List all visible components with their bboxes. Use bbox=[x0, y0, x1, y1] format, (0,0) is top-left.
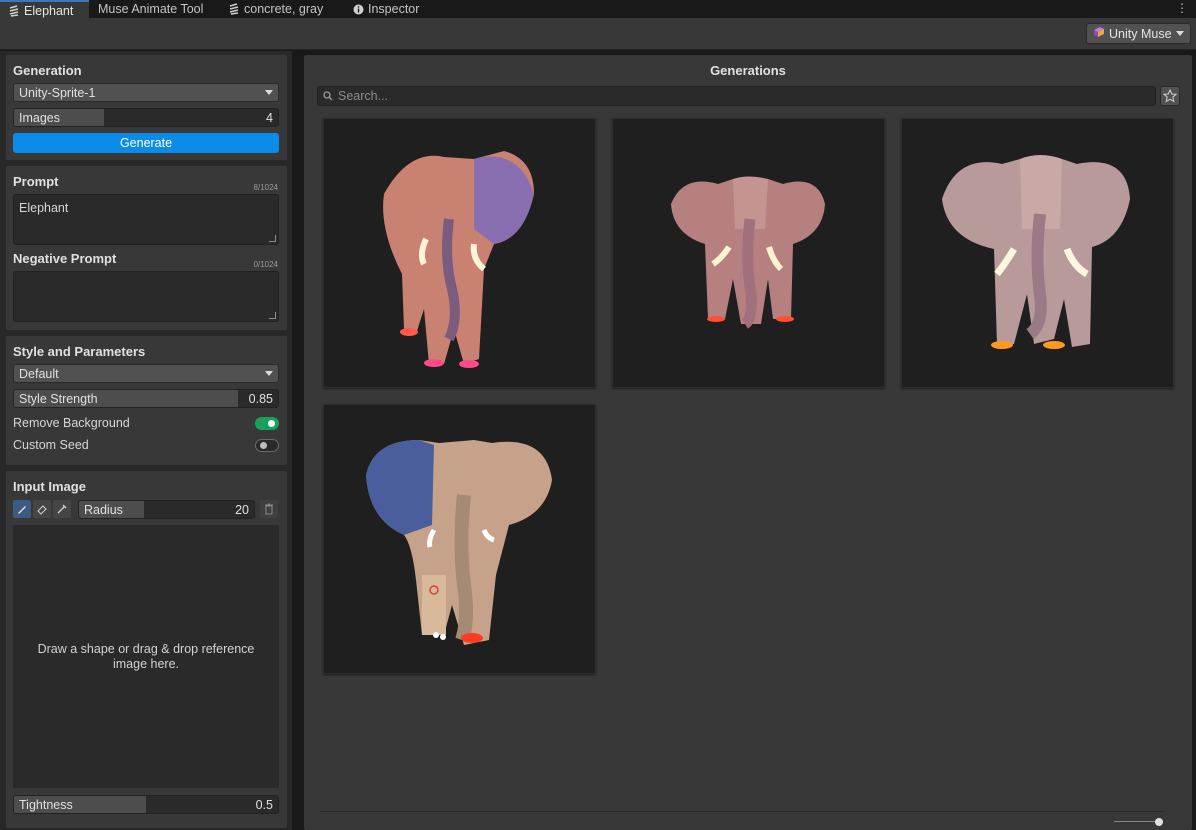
section-title: Generation bbox=[13, 63, 82, 78]
brush-tool[interactable] bbox=[13, 500, 31, 518]
tab-elephant[interactable]: Elephant bbox=[0, 0, 89, 19]
generations-title: Generations bbox=[710, 63, 786, 78]
dropzone-hint: Draw a shape or drag & drop reference im… bbox=[37, 641, 255, 671]
elephant-image bbox=[383, 151, 534, 368]
slider-label: Tightness bbox=[19, 798, 73, 812]
style-parameters-section: Style and Parameters Default Style Stren… bbox=[6, 336, 287, 465]
resize-grip-icon[interactable] bbox=[269, 312, 276, 319]
remove-background-toggle[interactable] bbox=[255, 417, 279, 430]
more-options-icon[interactable]: ⋮ bbox=[1176, 1, 1188, 15]
chevron-down-icon bbox=[265, 90, 273, 95]
eraser-icon bbox=[37, 505, 47, 515]
search-placeholder: Search... bbox=[338, 89, 389, 103]
negative-prompt-textarea[interactable] bbox=[13, 271, 279, 322]
slider-label: Images bbox=[19, 111, 60, 125]
negative-prompt-char-counter: 0/1024 bbox=[253, 260, 278, 269]
brush-icon bbox=[18, 506, 26, 514]
slider-handle[interactable] bbox=[1155, 818, 1163, 826]
thumbnail-size-slider[interactable] bbox=[1114, 821, 1158, 822]
model-dropdown[interactable]: Unity-Sprite-1 bbox=[13, 83, 279, 102]
generation-item[interactable] bbox=[901, 118, 1174, 388]
tab-muse-animate-tool[interactable]: Muse Animate Tool bbox=[98, 0, 203, 18]
remove-background-label: Remove Background bbox=[13, 416, 130, 430]
search-input[interactable]: Search... bbox=[317, 86, 1156, 106]
generate-button[interactable]: Generate bbox=[13, 133, 279, 153]
generation-item[interactable] bbox=[323, 118, 596, 388]
tab-inspector[interactable]: Inspector bbox=[352, 0, 419, 18]
favorites-filter-button[interactable] bbox=[1160, 86, 1180, 106]
style-value: Default bbox=[19, 366, 59, 381]
tightness-slider[interactable]: Tightness 0.5 bbox=[13, 795, 279, 814]
slider-value: 20 bbox=[235, 503, 249, 517]
slider-value: 0.85 bbox=[248, 392, 273, 406]
unity-muse-icon bbox=[228, 3, 240, 15]
muse-logo-icon bbox=[1093, 26, 1105, 41]
custom-seed-toggle[interactable] bbox=[255, 439, 279, 452]
eyedropper-tool[interactable] bbox=[53, 500, 71, 518]
custom-seed-label: Custom Seed bbox=[13, 438, 89, 452]
elephant-image bbox=[366, 440, 552, 645]
style-dropdown[interactable]: Default bbox=[13, 364, 279, 383]
slider-value: 0.5 bbox=[255, 798, 273, 812]
editor-tab-bar: Elephant Muse Animate Tool concrete, gra… bbox=[0, 0, 1196, 19]
clear-canvas-button[interactable] bbox=[260, 500, 278, 518]
model-value: Unity-Sprite-1 bbox=[19, 85, 96, 100]
elephant-image bbox=[942, 155, 1130, 349]
generation-item[interactable] bbox=[612, 118, 885, 388]
generation-item[interactable] bbox=[323, 404, 596, 674]
section-title: Prompt bbox=[13, 174, 59, 189]
negative-prompt-title: Negative Prompt bbox=[13, 251, 117, 266]
generation-section: Generation Unity-Sprite-1 Images 4 Gener… bbox=[6, 55, 287, 160]
eraser-tool[interactable] bbox=[33, 500, 51, 518]
input-image-section: Input Image Radius 20 Draw a shape or dr… bbox=[6, 471, 287, 828]
search-icon bbox=[323, 91, 333, 101]
slider-label: Style Strength bbox=[19, 392, 98, 406]
tab-label: Inspector bbox=[368, 2, 420, 16]
divider bbox=[320, 811, 1165, 812]
star-icon bbox=[1163, 89, 1177, 103]
chevron-down-icon bbox=[265, 371, 273, 376]
tab-label: Muse Animate Tool bbox=[98, 2, 204, 16]
account-label: Unity Muse bbox=[1109, 26, 1172, 41]
settings-sidebar: Generation Unity-Sprite-1 Images 4 Gener… bbox=[0, 51, 292, 830]
images-count-slider[interactable]: Images 4 bbox=[13, 108, 279, 127]
prompt-section: Prompt 8/1024 Elephant Negative Prompt 0… bbox=[6, 166, 287, 330]
prompt-text: Elephant bbox=[19, 201, 69, 215]
prompt-char-counter: 8/1024 bbox=[253, 183, 278, 192]
resize-grip-icon[interactable] bbox=[269, 235, 276, 242]
prompt-textarea[interactable]: Elephant bbox=[13, 194, 279, 245]
slider-value: 4 bbox=[266, 111, 273, 125]
info-icon bbox=[352, 3, 364, 15]
trash-icon bbox=[265, 503, 273, 515]
section-title: Style and Parameters bbox=[13, 344, 146, 359]
unity-muse-account-dropdown[interactable]: Unity Muse bbox=[1086, 23, 1191, 44]
slider-label: Radius bbox=[84, 503, 123, 517]
pipette-icon bbox=[57, 504, 67, 514]
toolbar: Unity Muse bbox=[0, 18, 1196, 50]
elephant-image bbox=[671, 176, 825, 329]
chevron-down-icon bbox=[1176, 31, 1184, 36]
radius-slider[interactable]: Radius 20 bbox=[78, 500, 255, 519]
reference-image-dropzone[interactable]: Draw a shape or drag & drop reference im… bbox=[13, 525, 279, 788]
unity-muse-icon bbox=[8, 4, 20, 17]
tab-label: concrete, gray bbox=[244, 2, 324, 16]
generations-panel: Generations Search... bbox=[304, 55, 1192, 830]
tab-concrete-gray[interactable]: concrete, gray bbox=[228, 0, 323, 18]
section-title: Input Image bbox=[13, 479, 86, 494]
tab-label: Elephant bbox=[24, 3, 74, 18]
style-strength-slider[interactable]: Style Strength 0.85 bbox=[13, 389, 279, 408]
